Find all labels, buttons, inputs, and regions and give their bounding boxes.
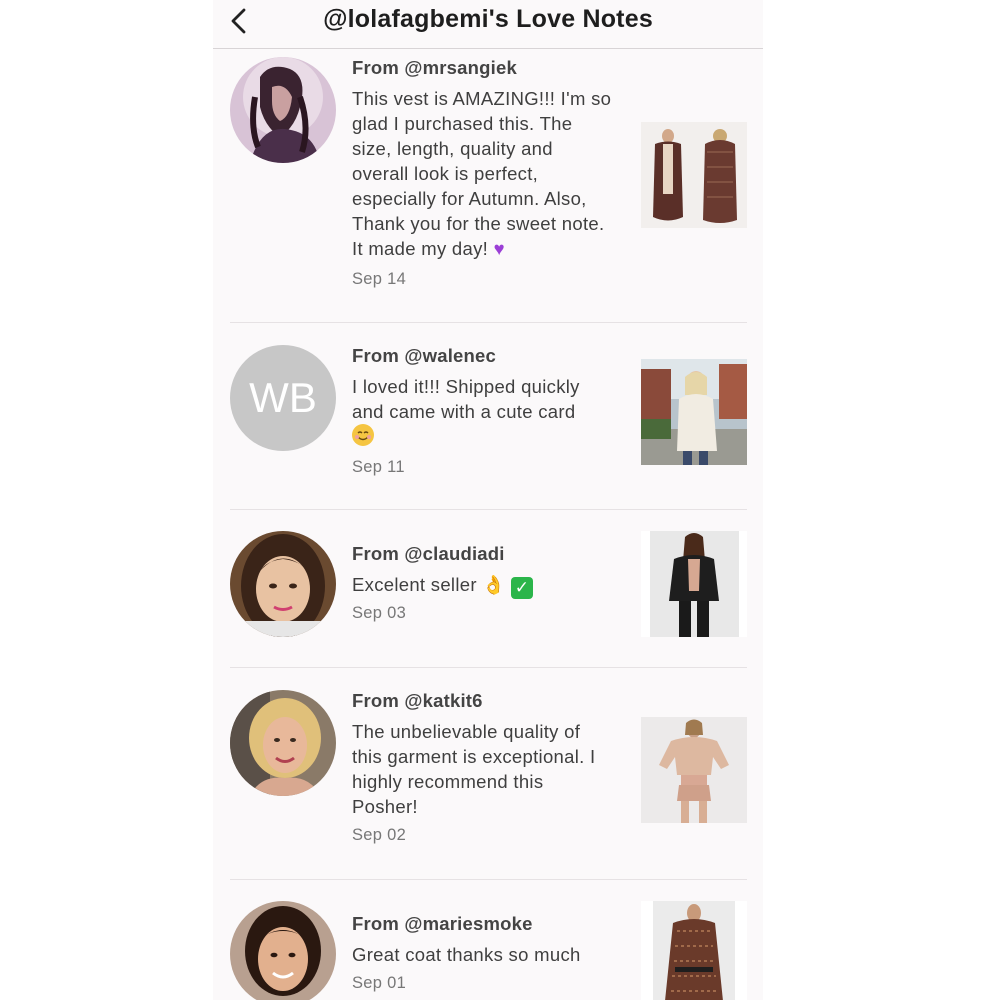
note-date: Sep 02	[352, 826, 407, 844]
note-date: Sep 11	[352, 458, 405, 476]
header: @lolafagbemi's Love Notes	[213, 0, 763, 49]
love-note: From @katkit6 The unbelievable quality o…	[230, 690, 747, 860]
divider	[230, 667, 747, 668]
note-sender[interactable]: From @walenec	[352, 345, 496, 367]
note-message: Great coat thanks so much	[352, 944, 581, 965]
love-note: From @mrsangiek This vest is AMAZING!!! …	[230, 57, 747, 307]
purple-heart-icon: ♥	[493, 238, 505, 259]
page-title: @lolafagbemi's Love Notes	[323, 5, 653, 33]
note-date: Sep 01	[352, 974, 407, 992]
avatar[interactable]	[230, 57, 336, 163]
listing-thumbnail[interactable]	[641, 122, 747, 228]
divider	[230, 879, 747, 880]
love-note: WB From @walenec I loved it!!! Shipped q…	[230, 345, 747, 495]
note-sender[interactable]: From @claudiadi	[352, 543, 505, 565]
divider	[230, 509, 747, 510]
smiling-face-icon	[352, 424, 374, 446]
note-sender[interactable]: From @mrsangiek	[352, 57, 517, 79]
listing-thumbnail[interactable]	[641, 359, 747, 465]
check-mark-icon: ✓	[511, 577, 534, 599]
listing-thumbnail[interactable]	[641, 901, 747, 1000]
note-date: Sep 14	[352, 270, 407, 288]
listing-thumbnail[interactable]	[641, 531, 747, 637]
love-note: From @mariesmoke Great coat thanks so mu…	[230, 901, 747, 1000]
avatar[interactable]	[230, 531, 336, 637]
love-note: From @claudiadi Excelent seller 👌 ✓ Sep …	[230, 531, 747, 651]
ok-hand-icon: 👌	[482, 574, 506, 595]
listing-thumbnail[interactable]	[641, 717, 747, 823]
avatar[interactable]	[230, 690, 336, 796]
divider	[230, 322, 747, 323]
note-date: Sep 03	[352, 604, 407, 622]
avatar[interactable]	[230, 901, 336, 1000]
note-message: Excelent seller 👌 ✓	[352, 572, 614, 599]
note-message: I loved it!!! Shipped quickly and came w…	[352, 374, 602, 449]
avatar-initials: WB	[249, 374, 317, 421]
avatar[interactable]: WB	[230, 345, 336, 451]
note-message: This vest is AMAZING!!! I'm so glad I pu…	[352, 88, 612, 259]
love-notes-screen: @lolafagbemi's Love Notes From @mrsangie…	[213, 0, 763, 1000]
note-sender[interactable]: From @katkit6	[352, 690, 483, 712]
note-message: The unbelievable quality of this garment…	[352, 721, 596, 817]
note-sender[interactable]: From @mariesmoke	[352, 913, 533, 935]
